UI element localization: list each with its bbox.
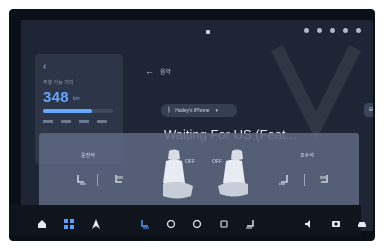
fan-left-button[interactable] <box>164 217 178 231</box>
apps-button[interactable] <box>62 217 76 231</box>
signal-icon <box>304 28 309 33</box>
driver-seat-label: 운전석 <box>81 153 95 159</box>
passenger-seat-heat-button[interactable] <box>275 172 293 188</box>
driver-seat-vent-button[interactable] <box>110 172 128 188</box>
bluetooth-icon <box>330 28 335 33</box>
passenger-seat-label: 조수석 <box>300 153 314 159</box>
range-bar-fill <box>43 109 92 113</box>
range-value: 348 <box>43 89 69 106</box>
divider <box>97 174 98 186</box>
seat-vent-right-icon <box>320 175 328 183</box>
page-title: 음악 <box>160 70 172 76</box>
home-button[interactable] <box>35 217 49 231</box>
volume-button[interactable] <box>302 217 316 231</box>
passenger-seat-heat-quick[interactable] <box>243 217 257 231</box>
range-label: 주행 가능 거리 <box>43 80 74 86</box>
driver-seat-status: OFF <box>185 159 195 165</box>
status-icons <box>304 28 361 33</box>
nav-arrow-icon <box>206 30 210 34</box>
home-icon <box>38 220 46 228</box>
camera-button[interactable] <box>329 217 343 231</box>
list-icon: ≡ <box>368 105 373 114</box>
seat-heat-right-icon <box>279 175 288 185</box>
range-unit: km <box>73 96 80 102</box>
back-arrow-icon[interactable]: ← <box>145 66 154 76</box>
range-bar <box>43 109 113 113</box>
mini-stat <box>97 120 107 123</box>
mini-stat <box>79 120 89 123</box>
wifi-icon <box>343 28 348 33</box>
bluetooth-device-name: Hailey's iPhone <box>175 107 210 114</box>
volume-icon <box>305 220 310 228</box>
battery-icon <box>356 28 361 33</box>
seat-heat-icon <box>141 220 149 229</box>
navigation-button[interactable] <box>89 217 103 231</box>
seat-heat-right-icon <box>246 220 254 229</box>
bluetooth-device-selector[interactable]: ᛒ Hailey's iPhone ▾ <box>161 104 237 117</box>
mini-stats <box>43 120 107 123</box>
fan-left-icon <box>166 219 176 229</box>
seat-heat-icon <box>77 175 86 185</box>
defrost-icon <box>220 220 228 228</box>
mini-stat <box>43 120 53 123</box>
mini-stat <box>61 120 71 123</box>
camera-icon <box>332 221 340 227</box>
seat-climate-panel <box>39 133 359 208</box>
defrost-button[interactable] <box>217 217 231 231</box>
chevron-left-icon[interactable]: ‹ <box>43 62 46 72</box>
fan-right-icon <box>192 219 202 229</box>
bluetooth-icon: ᛒ <box>167 107 172 114</box>
chevron-down-icon: ▾ <box>215 107 219 114</box>
playlist-button[interactable]: ≡ <box>364 103 373 117</box>
divider <box>304 174 305 186</box>
device-bezel: ‹ 주행 가능 거리 348 km ← 음악 ᛒ Hailey's iPhone… <box>9 9 375 241</box>
status-bar <box>21 20 373 46</box>
navigation-icon <box>92 219 100 229</box>
apps-grid-icon <box>64 219 74 229</box>
passenger-seat-image <box>218 149 248 197</box>
driver-seat-heat-quick[interactable] <box>138 217 152 231</box>
car-icon <box>358 222 366 227</box>
fan-right-button[interactable] <box>190 217 204 231</box>
driver-seat-heat-button[interactable] <box>72 172 90 188</box>
passenger-seat-vent-button[interactable] <box>315 172 333 188</box>
car-button[interactable] <box>355 217 369 231</box>
driver-seat-image <box>163 149 193 199</box>
seat-vent-icon <box>115 175 123 183</box>
dot-icon <box>317 28 322 33</box>
